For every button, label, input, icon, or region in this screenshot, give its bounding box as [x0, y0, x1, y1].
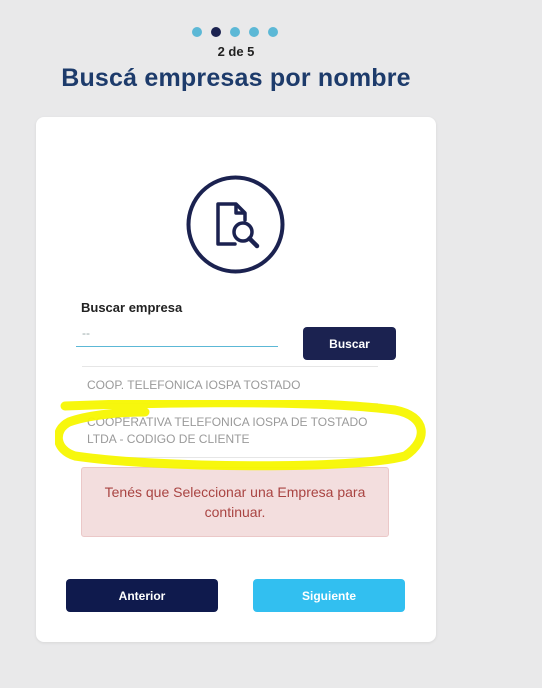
search-label: Buscar empresa [81, 300, 183, 315]
step-dot-3 [230, 27, 240, 37]
search-card: Buscar empresa Buscar COOP. TELEFONICA I… [36, 117, 436, 642]
error-alert: Tenés que Seleccionar una Empresa para c… [81, 467, 389, 537]
step-dot-1 [192, 27, 202, 37]
previous-button[interactable]: Anterior [66, 579, 218, 612]
step-indicator [192, 27, 278, 37]
results-list: COOP. TELEFONICA IOSPA TOSTADO COOPERATI… [82, 366, 378, 458]
page-title: Buscá empresas por nombre [61, 64, 411, 92]
step-counter: 2 de 5 [217, 44, 255, 59]
search-button[interactable]: Buscar [303, 327, 396, 360]
step-dot-5 [268, 27, 278, 37]
result-item-1[interactable]: COOP. TELEFONICA IOSPA TOSTADO [82, 366, 378, 403]
result-item-2[interactable]: COOPERATIVA TELEFONICA IOSPA DE TOSTADO … [82, 403, 378, 458]
search-input[interactable] [76, 320, 278, 347]
next-button[interactable]: Siguiente [253, 579, 405, 612]
document-search-icon [186, 175, 285, 274]
step-dot-4 [249, 27, 259, 37]
step-dot-2-active [211, 27, 221, 37]
